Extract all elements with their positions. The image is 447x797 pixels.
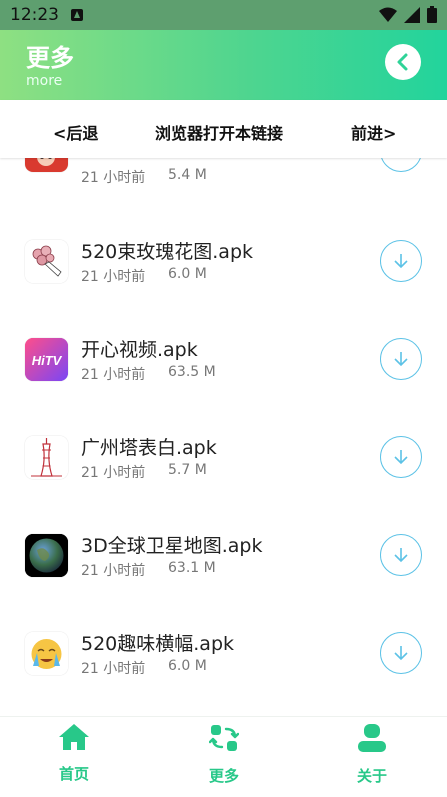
item-name: 开心视频.apk	[81, 339, 198, 361]
item-size: 63.1 M	[168, 560, 216, 576]
tab-more-label: 更多	[208, 767, 239, 785]
list-item[interactable]: HiTV 开心视频.apk 21 小时前 63.5 M	[0, 318, 447, 416]
item-time: 21 小时前	[81, 563, 146, 579]
download-button[interactable]	[380, 632, 422, 674]
person-icon	[358, 724, 386, 752]
download-arrow-icon	[400, 158, 402, 159]
download-button[interactable]	[380, 338, 422, 380]
list-item[interactable]: 520趣味横幅.apk 21 小时前 6.0 M	[0, 612, 447, 708]
list-item[interactable]: 广州塔表白.apk 21 小时前 5.7 M	[0, 416, 447, 514]
browser-nav-bar: <后退 浏览器打开本链接 前进>	[0, 100, 447, 158]
notification-icon	[71, 9, 83, 21]
open-in-browser-link[interactable]: 浏览器打开本链接	[155, 120, 283, 144]
download-arrow-icon	[394, 352, 408, 367]
tab-more[interactable]: 更多	[174, 723, 274, 786]
tab-about-label: 关于	[356, 767, 387, 785]
item-name: 3D全球卫星地图.apk	[81, 535, 263, 557]
status-bar: 12:23	[0, 0, 447, 30]
item-time: 21 小时前	[81, 170, 146, 186]
item-time: 21 小时前	[81, 269, 146, 285]
list-item[interactable]: 21 小时前 5.4 M	[0, 158, 447, 220]
download-arrow-icon	[394, 548, 408, 563]
item-size: 5.4 M	[168, 167, 207, 183]
list-item[interactable]: 3D全球卫星地图.apk 21 小时前 63.1 M	[0, 514, 447, 612]
item-name: 520趣味横幅.apk	[81, 633, 235, 655]
browser-forward-link[interactable]: 前进>	[351, 120, 396, 144]
item-time: 21 小时前	[81, 661, 146, 677]
chevron-left-icon	[397, 53, 408, 71]
item-size: 6.0 M	[168, 658, 207, 674]
hitv-logo-text: HiTV	[32, 353, 63, 368]
download-button[interactable]	[380, 240, 422, 282]
canton-tower-icon	[25, 436, 68, 479]
item-size: 5.7 M	[168, 462, 207, 478]
page-title: 更多	[26, 44, 74, 72]
wifi-icon	[379, 7, 397, 22]
item-time: 21 小时前	[81, 465, 146, 481]
signal-icon	[404, 6, 420, 23]
item-size: 63.5 M	[168, 364, 216, 380]
bottom-tab-bar: 首页 更多 关于	[0, 716, 447, 797]
home-icon	[59, 724, 89, 750]
list-item[interactable]: 520束玫瑰花图.apk 21 小时前 6.0 M	[0, 220, 447, 318]
item-time: 21 小时前	[81, 367, 146, 383]
download-button[interactable]	[380, 534, 422, 576]
refresh-grid-icon	[208, 725, 240, 751]
status-time: 12:23	[10, 5, 59, 25]
status-indicators	[379, 6, 437, 23]
item-name: 520束玫瑰花图.apk	[81, 241, 254, 263]
crying-emoji-icon	[25, 632, 68, 675]
tab-home-label: 首页	[58, 765, 89, 783]
download-arrow-icon	[394, 450, 408, 465]
page-subtitle: more	[26, 73, 63, 89]
download-list: 21 小时前 5.4 M 520束玫瑰花图.apk 21 小时前 6.0 M H…	[0, 158, 447, 708]
globe-icon	[25, 534, 68, 577]
tab-home[interactable]: 首页	[24, 723, 124, 784]
battery-icon	[427, 6, 437, 23]
anime-character-icon	[25, 158, 68, 172]
rose-bouquet-icon	[25, 240, 68, 283]
tab-about[interactable]: 关于	[322, 723, 422, 786]
hitv-icon: HiTV	[25, 338, 68, 381]
back-button[interactable]	[385, 44, 421, 80]
download-button[interactable]	[380, 436, 422, 478]
item-name: 广州塔表白.apk	[81, 437, 217, 459]
browser-back-link[interactable]: <后退	[53, 120, 98, 144]
item-size: 6.0 M	[168, 266, 207, 282]
download-button[interactable]	[380, 158, 422, 172]
download-arrow-icon	[394, 646, 408, 661]
download-arrow-icon	[394, 254, 408, 269]
page-header: 更多 more	[0, 30, 447, 100]
